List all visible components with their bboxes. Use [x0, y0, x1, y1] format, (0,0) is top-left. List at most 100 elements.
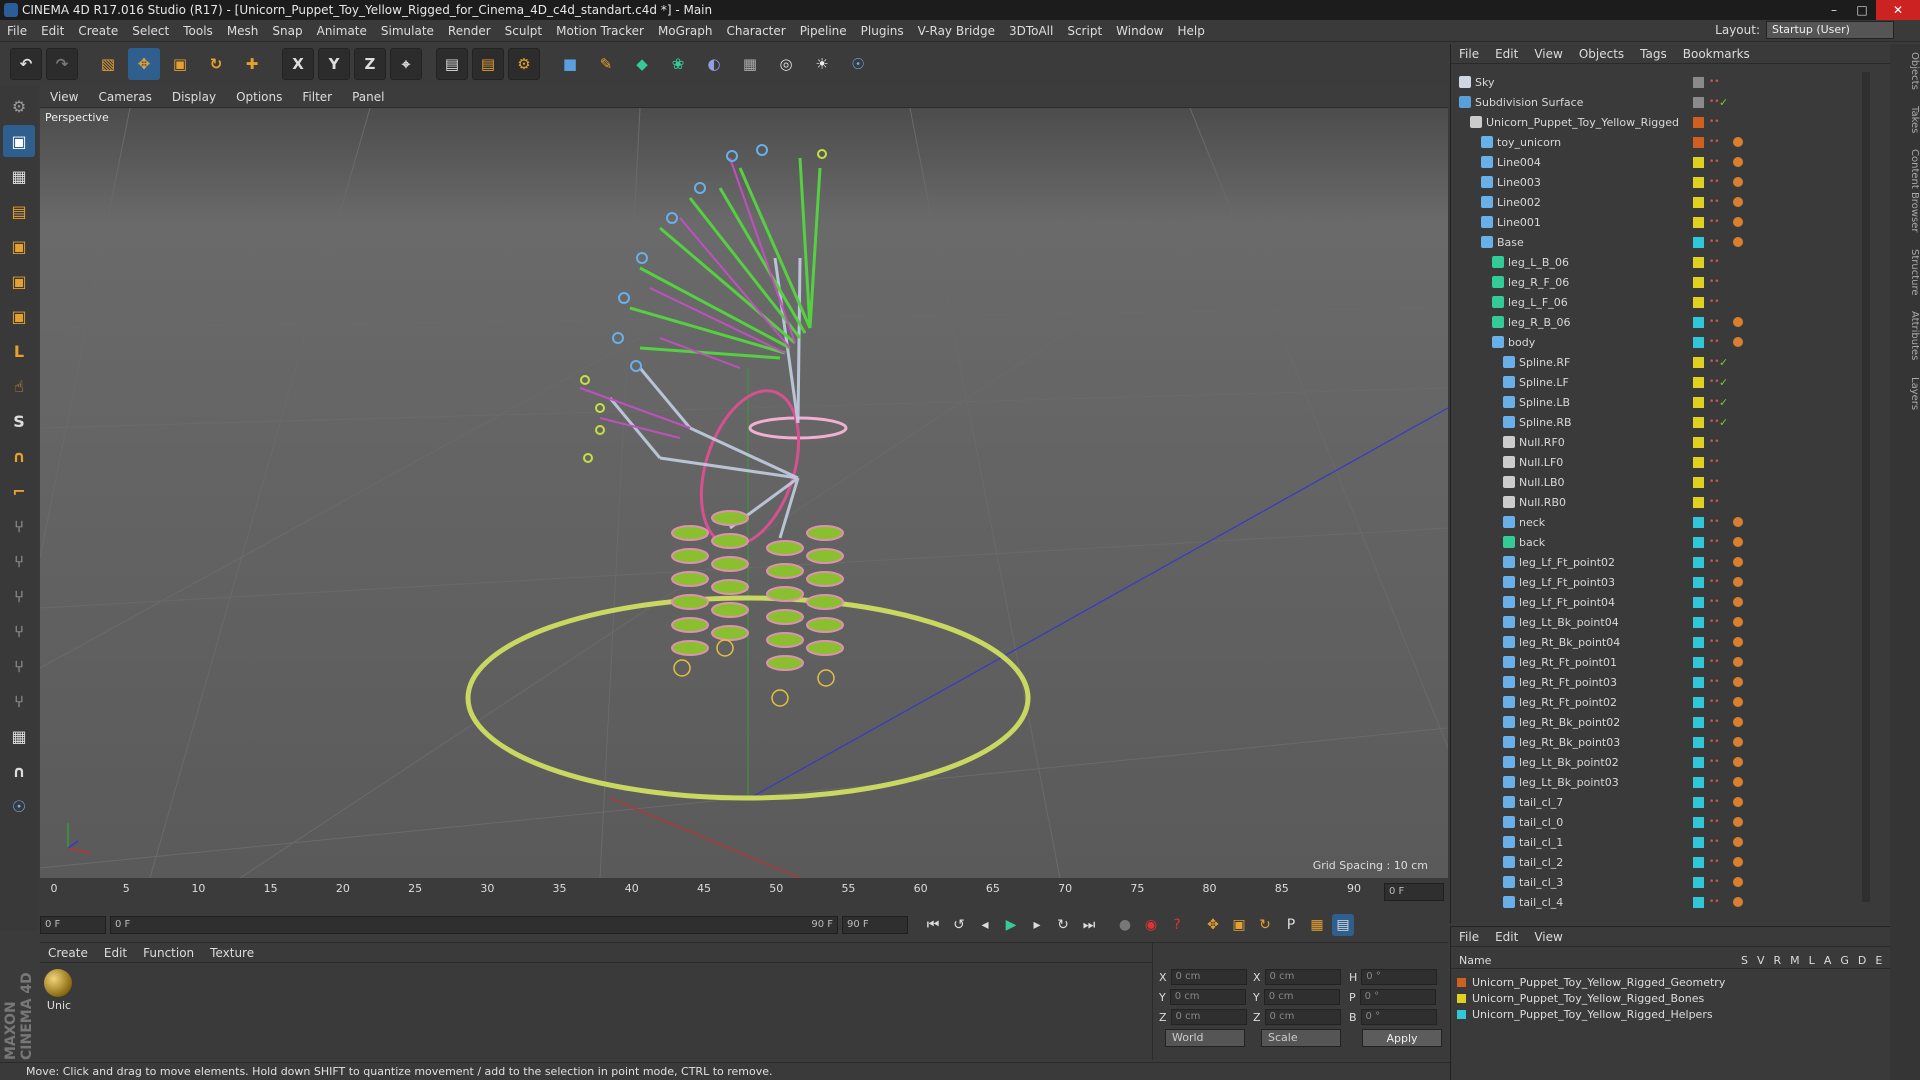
object-row[interactable]: tail_cl_7 ••	[1451, 792, 1891, 812]
current-frame-field[interactable]: 0 F	[40, 916, 106, 934]
material-menu-edit[interactable]: Edit	[96, 946, 135, 960]
object-tag-icon[interactable]	[1733, 737, 1743, 747]
snap-icon[interactable]: ∩	[3, 440, 35, 472]
coordinate-system-icon[interactable]: ⌖	[390, 48, 422, 80]
layer-color-swatch[interactable]	[1693, 356, 1704, 368]
visibility-dots-icon[interactable]: ••	[1709, 257, 1720, 267]
object-row[interactable]: Sky ••	[1451, 72, 1891, 92]
object-row[interactable]: Spline.LB •• ✓	[1451, 392, 1891, 412]
viewport-menu-panel[interactable]: Panel	[342, 90, 394, 104]
visibility-dots-icon[interactable]: ••	[1709, 517, 1720, 527]
points-mode-icon[interactable]: ▣	[3, 230, 35, 262]
layer-color-swatch[interactable]	[1457, 978, 1466, 987]
object-tag-icon[interactable]	[1733, 757, 1743, 767]
layer-color-swatch[interactable]	[1693, 856, 1704, 868]
layer-color-swatch[interactable]	[1693, 296, 1704, 308]
move-icon[interactable]: ✥	[128, 48, 160, 80]
layer-color-swatch[interactable]	[1693, 556, 1704, 568]
keyframe-selection-icon[interactable]: ?	[1166, 914, 1188, 936]
x-axis-icon[interactable]: X	[282, 48, 314, 80]
object-row[interactable]: Null.LB0 ••	[1451, 472, 1891, 492]
range-slider[interactable]: 0 F 90 F	[110, 916, 838, 934]
layer-row[interactable]: Unicorn_Puppet_Toy_Yellow_Rigged_Helpers	[1457, 1007, 1713, 1022]
object-tag-icon[interactable]	[1733, 837, 1743, 847]
object-tag-icon[interactable]	[1733, 197, 1743, 207]
menu-help[interactable]: Help	[1170, 24, 1211, 38]
edges-mode-icon[interactable]: ▣	[3, 265, 35, 297]
visibility-dots-icon[interactable]: ••	[1709, 217, 1720, 227]
size-z-field[interactable]: 0 cm	[1264, 1009, 1341, 1025]
viewport-menu-options[interactable]: Options	[226, 90, 292, 104]
maximize-button[interactable]: □	[1848, 0, 1876, 20]
layer-color-swatch[interactable]	[1693, 576, 1704, 588]
object-tag-icon[interactable]	[1733, 317, 1743, 327]
visibility-dots-icon[interactable]: ••	[1709, 77, 1720, 87]
visibility-dots-icon[interactable]: ••	[1709, 777, 1720, 787]
object-tag-icon[interactable]	[1733, 157, 1743, 167]
ik-tool-icon[interactable]: ⑂	[3, 545, 35, 577]
layer-color-swatch[interactable]	[1693, 336, 1704, 348]
side-tab-objects[interactable]: Objects	[1890, 44, 1920, 98]
layer-color-swatch[interactable]	[1693, 596, 1704, 608]
pen-icon[interactable]: ✎	[590, 48, 622, 80]
object-row[interactable]: toy_unicorn ••	[1451, 132, 1891, 152]
prev-key-icon[interactable]: ↺	[948, 914, 970, 936]
visibility-dots-icon[interactable]: ••	[1709, 457, 1720, 467]
pos-x-field[interactable]: 0 cm	[1170, 969, 1247, 985]
key-parameter-icon[interactable]: P	[1280, 914, 1302, 936]
subdivision-icon[interactable]: ◆	[626, 48, 658, 80]
layer-color-swatch[interactable]	[1693, 516, 1704, 528]
layer-column-d[interactable]: D	[1858, 954, 1866, 967]
object-row[interactable]: Null.RF0 ••	[1451, 432, 1891, 452]
object-tag-icon[interactable]	[1733, 657, 1743, 667]
object-row[interactable]: Null.LF0 ••	[1451, 452, 1891, 472]
side-tab-content-browser[interactable]: Content Browser	[1890, 141, 1920, 240]
side-tab-layers[interactable]: Layers	[1890, 369, 1920, 418]
menu-mesh[interactable]: Mesh	[220, 24, 266, 38]
next-frame-icon[interactable]: ▸	[1026, 914, 1048, 936]
rot-b-field[interactable]: 0 °	[1360, 1009, 1437, 1025]
workplane-lock-icon[interactable]: ⌐	[3, 475, 35, 507]
lock-grid-icon[interactable]: ▦	[3, 720, 35, 752]
visibility-dots-icon[interactable]: ••	[1709, 717, 1720, 727]
make-editable-icon[interactable]: ⚙	[3, 90, 35, 122]
layer-color-swatch[interactable]	[1693, 656, 1704, 668]
visibility-dots-icon[interactable]: ••	[1709, 437, 1720, 447]
next-key-icon[interactable]: ↻	[1052, 914, 1074, 936]
floor-icon[interactable]: ▦	[734, 48, 766, 80]
enabled-check-icon[interactable]: ✓	[1719, 416, 1728, 429]
end-frame-field[interactable]: 90 F	[842, 916, 908, 934]
play-icon[interactable]: ▶	[1000, 914, 1022, 936]
visibility-dots-icon[interactable]: ••	[1709, 317, 1720, 327]
layer-color-swatch[interactable]	[1457, 994, 1466, 1003]
layer-color-swatch[interactable]	[1693, 416, 1704, 428]
menu-edit[interactable]: Edit	[34, 24, 71, 38]
layer-column-l[interactable]: L	[1809, 954, 1815, 967]
enabled-check-icon[interactable]: ✓	[1719, 356, 1728, 369]
menu-script[interactable]: Script	[1060, 24, 1109, 38]
pos-z-field[interactable]: 0 cm	[1170, 1009, 1247, 1025]
workplane-icon[interactable]: ▤	[3, 195, 35, 227]
timeline-end-field[interactable]: 0 F	[1384, 883, 1444, 901]
menu-plugins[interactable]: Plugins	[854, 24, 911, 38]
object-row[interactable]: tail_cl_0 ••	[1451, 812, 1891, 832]
layer-color-swatch[interactable]	[1693, 156, 1704, 168]
size-x-field[interactable]: 0 cm	[1264, 969, 1341, 985]
material-menu-function[interactable]: Function	[135, 946, 202, 960]
menu-create[interactable]: Create	[71, 24, 125, 38]
key-rotation-icon[interactable]: ↻	[1254, 914, 1276, 936]
object-row[interactable]: back ••	[1451, 532, 1891, 552]
visibility-dots-icon[interactable]: ••	[1709, 397, 1720, 407]
timeline-ruler[interactable]: 0 5 10 15 20 25 30 35 40 45 50 55 60 65 70 75 80 85 90 0 F	[40, 880, 1448, 904]
layer-color-swatch[interactable]	[1693, 396, 1704, 408]
object-tag-icon[interactable]	[1733, 897, 1743, 907]
visibility-dots-icon[interactable]: ••	[1709, 417, 1720, 427]
object-tag-icon[interactable]	[1733, 637, 1743, 647]
object-tag-icon[interactable]	[1733, 557, 1743, 567]
layer-menu-view[interactable]: View	[1526, 930, 1570, 944]
python-script-icon[interactable]: ☉	[3, 790, 35, 822]
layer-color-swatch[interactable]	[1693, 96, 1704, 108]
material-menu-create[interactable]: Create	[40, 946, 96, 960]
rotate-icon[interactable]: ↻	[200, 48, 232, 80]
object-tag-icon[interactable]	[1733, 677, 1743, 687]
